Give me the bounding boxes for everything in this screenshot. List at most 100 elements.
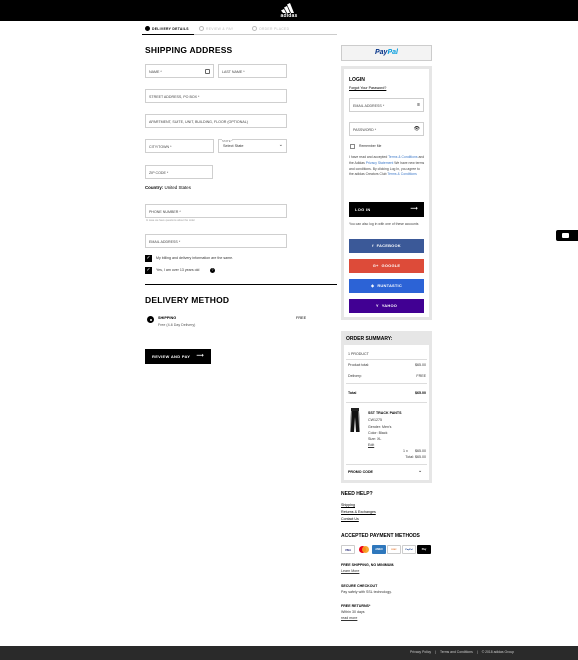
login-title: LOGIN [349,77,365,83]
step-order-placed: ORDER PLACED [252,26,289,31]
free-returns-title: FREE RETURNS* [341,604,371,608]
button-label: YAHOO [381,303,398,308]
runtastic-login-button[interactable]: ◈ RUNTASTIC [349,279,424,293]
step-inactive-icon [199,26,204,31]
step-active-icon [145,26,150,31]
yahoo-login-button[interactable]: Y YAHOO [349,299,424,313]
first-name-field[interactable]: NAME * [145,64,214,78]
item-size: Size: XL [368,437,382,441]
returns-help-link[interactable]: Returns & Exchanges [341,510,376,514]
phone-field[interactable]: PHONE NUMBER * [145,204,287,218]
eye-icon[interactable]: 👁 [414,126,420,132]
adidas-stripes-icon [281,3,294,13]
login-button[interactable]: LOG IN ⟶ [349,202,424,217]
login-email-field[interactable]: EMAIL ADDRESS * ≡ [349,98,424,112]
summary-rule [346,359,427,360]
checkout-steps: DELIVERY DETAILS REVIEW & PAY ORDER PLAC… [142,23,337,35]
payment-methods-title: ACCEPTED PAYMENT METHODS [341,533,420,539]
button-label: REVIEW AND PAY [152,354,191,359]
contact-us-link[interactable]: Contact Us [341,517,359,521]
step-delivery-details[interactable]: DELIVERY DETAILS [145,26,189,31]
state-label: STATE * [222,139,233,143]
country-value: United States [164,185,191,190]
yahoo-icon: Y [375,303,379,308]
street-address-field[interactable]: STREET ADDRESS, PO BOX * [145,89,287,103]
total-value: $65.00 [415,391,426,395]
paypal-logo-pay: Pay [375,49,388,56]
button-label: RUNTASTIC [377,283,402,288]
help-question-icon[interactable]: ? [210,268,215,273]
delivery-label: Delivery: [348,374,362,378]
product-image [350,408,360,432]
summary-rule [346,383,427,384]
login-password-field[interactable]: PASSWORD * 👁 [349,122,424,136]
facebook-login-button[interactable]: f FACEBOOK [349,239,424,253]
item-edit-link[interactable]: Edit [368,443,374,447]
age-checkbox[interactable]: ✓ [145,267,152,274]
billing-same-checkbox[interactable]: ✓ [145,255,152,262]
city-field[interactable]: CITY/TOWN * [145,139,214,153]
country-label: Country: [145,185,164,190]
button-label: GOOGLE [381,263,401,268]
delivery-method-title: DELIVERY METHOD [145,295,230,305]
secure-checkout-text: Pay safely with SSL technology. [341,590,392,594]
google-plus-icon: G+ [372,263,379,268]
shipping-option-title: SHIPPING [158,316,177,320]
facebook-icon: f [372,243,374,248]
top-bar: adidas [0,0,578,21]
read-more-link[interactable]: read more [341,616,357,620]
field-placeholder: LAST NAME * [222,69,245,74]
secure-checkout-title: SECURE CHECKOUT [341,584,378,588]
privacy-policy-link[interactable]: Privacy Policy [410,650,431,654]
step-inactive-icon [252,26,257,31]
remember-me-checkbox[interactable] [350,144,355,149]
forgot-password-link[interactable]: Forgot Your Password? [349,86,386,90]
field-placeholder: APARTMENT, SUITE, UNIT, BUILDING, FLOOR … [149,119,248,124]
footer-separator: | [435,650,437,654]
legal-text-1: I have read and accepted [349,155,389,159]
country-display: Country: United States [145,185,191,190]
free-returns-text: Within 30 days [341,610,365,614]
field-placeholder: STREET ADDRESS, PO BOX * [149,94,200,99]
learn-more-link[interactable]: Learn More [341,569,359,573]
product-total-label: Product total: [348,363,370,367]
shipping-option-price: FREE [296,316,307,320]
paypal-icon: PayPal [402,545,416,554]
apartment-field[interactable]: APARTMENT, SUITE, UNIT, BUILDING, FLOOR … [145,114,287,128]
state-select[interactable]: STATE * Select State ⌄ [218,139,287,153]
last-name-field[interactable]: LAST NAME * [218,64,287,78]
review-and-pay-button[interactable]: REVIEW AND PAY ⟶ [145,349,211,364]
field-placeholder: CITY/TOWN * [149,144,172,149]
button-label: FACEBOOK [376,243,401,248]
privacy-link[interactable]: Privacy Statement [366,161,394,165]
shipping-radio[interactable] [147,316,154,323]
terms-link[interactable]: Terms and Conditions [440,650,473,654]
chat-icon[interactable] [556,230,578,241]
zip-code-field[interactable]: ZIP CODE * [145,165,213,179]
paypal-logo-pal: Pal [387,49,398,56]
step-label: ORDER PLACED [259,26,290,31]
field-placeholder: NAME * [149,69,162,74]
terms-link-2[interactable]: Terms & Conditions [387,172,416,176]
shipping-help-link[interactable]: Shipping [341,503,355,507]
amex-icon: AMEX [372,545,386,554]
chevron-down-icon[interactable]: ⌄ [418,468,422,474]
chevron-down-icon: ⌄ [278,142,283,148]
login-legal-text: I have read and accepted Terms & Conditi… [349,155,425,178]
promo-code-toggle[interactable]: PROMO CODE [348,470,373,474]
apple-pay-icon: Pay [417,545,431,554]
terms-link[interactable]: Terms & Conditions [388,155,417,159]
paypal-button[interactable]: PayPal [341,45,432,61]
contact-card-icon [205,69,210,74]
email-field[interactable]: EMAIL ADDRESS * [145,234,287,248]
runtastic-icon: ◈ [371,283,375,288]
google-login-button[interactable]: G+ GOOGLE [349,259,424,273]
item-total: Total: $65.00 [405,455,426,459]
discover-icon: DISC [387,545,401,554]
section-divider [145,284,337,285]
adidas-logo[interactable]: adidas [277,3,301,19]
delivery-value: FREE [416,374,426,378]
phone-helper-text: In case we have questions about the orde… [146,219,195,222]
billing-same-label: My billing and delivery information are … [156,256,234,260]
logo-wordmark: adidas [280,13,298,19]
